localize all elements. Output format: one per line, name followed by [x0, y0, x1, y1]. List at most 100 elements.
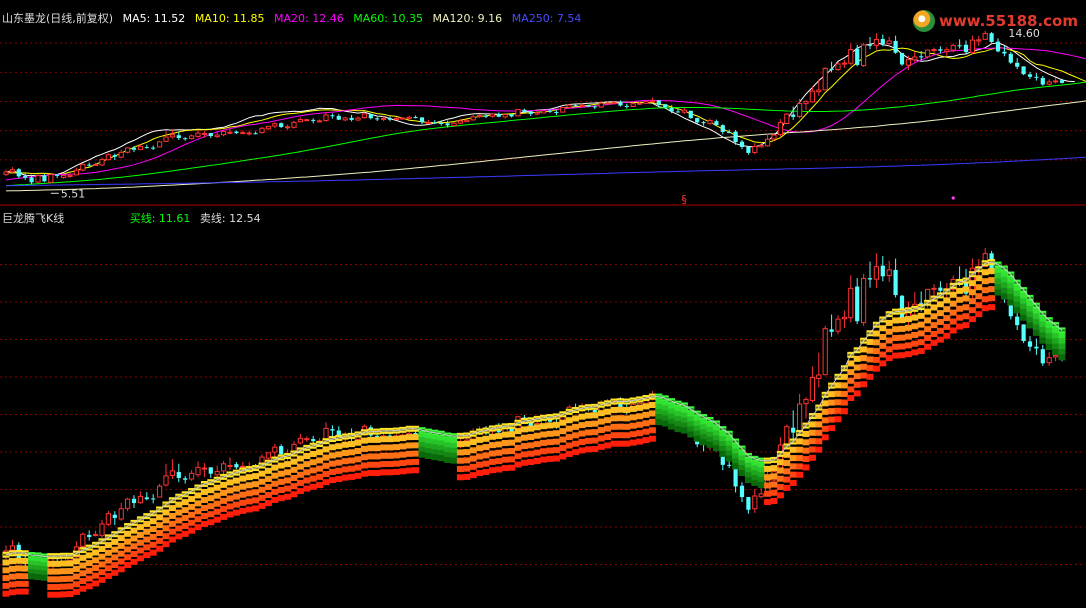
band-segment	[495, 441, 503, 448]
band-segment	[994, 278, 1002, 285]
indicator-candle	[151, 498, 156, 500]
band-segment	[776, 484, 784, 491]
band-segment	[456, 441, 464, 448]
band-segment	[559, 453, 567, 460]
band-segment	[808, 429, 816, 436]
candle	[464, 119, 470, 123]
band-segment	[783, 476, 791, 483]
band-segment	[412, 467, 420, 474]
band-segment	[2, 590, 10, 597]
indicator-candle	[1015, 316, 1020, 326]
candle	[573, 105, 578, 107]
indicator-title[interactable]: 巨龙腾飞K线	[2, 212, 64, 225]
chart-canvas[interactable]: 5.5114.60§	[0, 0, 1086, 608]
band-segment	[885, 328, 893, 335]
band-segment	[92, 572, 100, 579]
candle	[323, 114, 329, 122]
candle	[413, 117, 418, 119]
band-segment	[92, 549, 100, 556]
ma60-label: MA60: 10.35	[353, 12, 423, 25]
band-segment	[149, 541, 157, 548]
indicator-candle	[304, 438, 310, 441]
band-segment	[808, 454, 816, 461]
band-segment	[85, 552, 93, 559]
band-segment	[578, 422, 586, 429]
band-segment	[1000, 287, 1008, 294]
band-segment	[527, 450, 535, 457]
candle	[522, 109, 527, 112]
band-segment	[591, 429, 599, 436]
band-segment	[168, 505, 176, 512]
band-segment	[220, 489, 228, 496]
candle	[688, 110, 693, 119]
candle	[995, 41, 1001, 52]
band-segment	[751, 479, 759, 486]
band-segment	[2, 582, 10, 589]
indicator-candle	[105, 513, 112, 525]
candle	[291, 121, 297, 128]
band-segment	[1058, 348, 1066, 355]
band-segment	[514, 461, 522, 468]
candle	[375, 118, 380, 120]
indicator-candle	[809, 376, 815, 401]
band-segment	[482, 460, 490, 467]
candle	[169, 134, 176, 138]
band-segment	[540, 456, 548, 463]
band-segment	[604, 417, 612, 424]
band-segment	[802, 430, 810, 437]
band-segment	[79, 585, 87, 592]
candle	[432, 122, 437, 124]
band-segment	[1039, 332, 1047, 339]
band-segment	[642, 403, 650, 410]
band-segment	[232, 493, 240, 500]
band-segment	[840, 373, 848, 380]
band-segment	[1032, 329, 1040, 336]
band-segment	[85, 583, 93, 590]
candle	[611, 102, 617, 105]
band-segment	[296, 455, 304, 462]
band-segment	[508, 439, 516, 446]
candle	[99, 159, 105, 166]
band-segment	[143, 536, 151, 543]
candle	[477, 114, 483, 118]
band-segment	[1026, 316, 1034, 323]
candle	[400, 117, 406, 120]
signal-dot	[951, 196, 955, 200]
band-segment	[360, 445, 368, 452]
stock-title[interactable]: 山东墨龙(日线,前复权)	[2, 12, 113, 25]
indicator-candle	[873, 266, 879, 280]
band-segment	[936, 310, 944, 317]
band-segment	[943, 306, 951, 313]
band-segment	[322, 471, 330, 478]
band-segment	[21, 588, 29, 595]
site-logo[interactable]: www.55188.com	[912, 10, 1078, 32]
band-segment	[392, 460, 400, 467]
candle	[1046, 81, 1052, 85]
band-segment	[520, 459, 528, 466]
band-segment	[335, 451, 343, 458]
band-segment	[79, 554, 87, 561]
band-segment	[156, 514, 164, 521]
band-segment	[610, 440, 618, 447]
band-segment	[981, 305, 989, 312]
indicator-candle	[637, 402, 643, 406]
candle	[144, 147, 149, 149]
band-segment	[290, 483, 298, 490]
band-segment	[316, 465, 324, 472]
candle	[93, 163, 99, 166]
band-segment	[872, 330, 880, 337]
band-segment	[98, 561, 106, 568]
band-segment	[872, 348, 880, 355]
band-segment	[104, 549, 112, 556]
band-segment	[335, 443, 343, 450]
band-segment	[968, 307, 976, 314]
indicator-candle	[1046, 357, 1052, 364]
band-segment	[380, 444, 388, 451]
band-segment	[136, 555, 144, 562]
band-segment	[904, 333, 912, 340]
band-segment	[277, 478, 285, 485]
band-segment	[488, 467, 496, 474]
band-segment	[149, 526, 157, 533]
ma5-label: MA5: 11.52	[122, 12, 186, 25]
band-segment	[968, 280, 976, 287]
